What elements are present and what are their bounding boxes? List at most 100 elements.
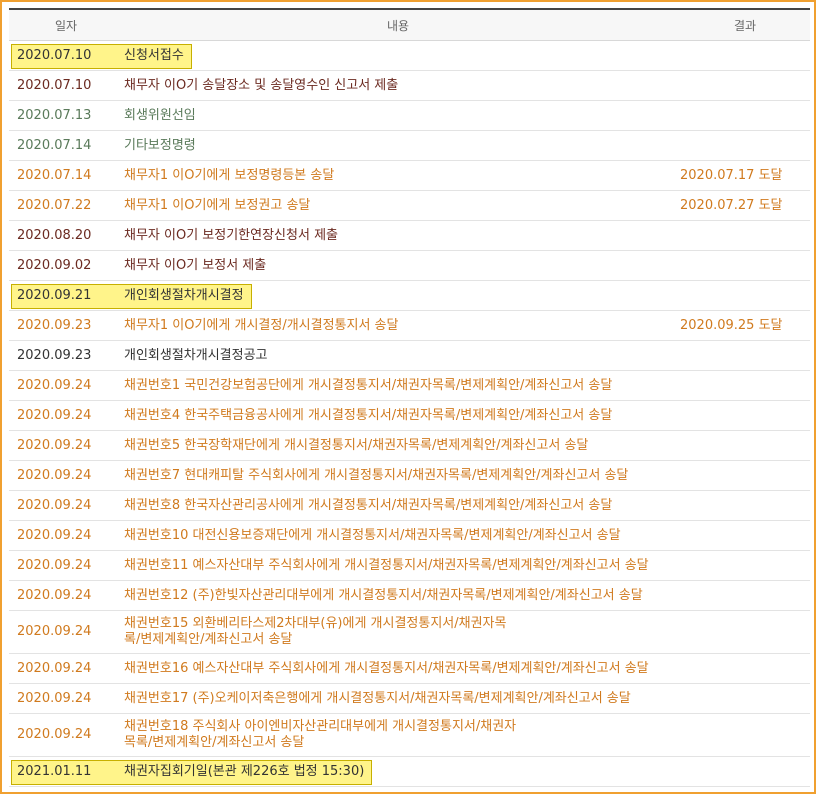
row-content: 신청서접수 [116,40,680,71]
row-result [680,713,810,757]
row-result [680,550,810,581]
row-content-text: 개인회생절차개시결정공고 [124,347,268,363]
row-content-text: 개인회생절차개시결정 [124,287,244,303]
header-content: 내용 [116,8,680,41]
row-content-text: 채권번호17 (주)오케이저축은행에게 개시결정통지서/채권자목록/변제계획안/… [124,690,631,706]
table-row: 2020.09.23 채무자1 이O기에게 개시결정/개시결정통지서 송달 2020… [9,310,810,341]
row-content: 회생위원선임 [116,100,680,131]
row-content-text: 채권번호10 대전신용보증재단에게 개시결정통지서/채권자목록/변제계획안/계좌… [124,527,621,543]
row-date-text: 2020.07.10 [17,47,92,63]
row-content-text: 채무자1 이O기에게 보정명령등본 송달 [124,167,335,183]
row-content: 채권번호17 (주)오케이저축은행에게 개시결정통지서/채권자목록/변제계획안/… [116,683,680,714]
row-content-text: 채무자 이O기 보정서 제출 [124,257,267,273]
row-content: 채권번호10 대전신용보증재단에게 개시결정통지서/채권자목록/변제계획안/계좌… [116,520,680,551]
table-row: 2020.09.24 채권번호16 예스자산대부 주식회사에게 개시결정통지서/채… [9,653,810,684]
row-date-text: 2020.07.10 [17,77,92,93]
row-date-text: 2020.09.24 [17,437,92,453]
row-result: 2020.09.25 도달 [680,310,810,341]
row-content: 기타보정명령 [116,130,680,161]
row-content: 채무자 이O기 보정기한연장신청서 제출 [116,220,680,251]
row-result [680,756,810,787]
row-date: 2020.09.21 [9,280,116,311]
row-content-text: 채권번호15 외환베리타스제2차대부(유)에게 개시결정통지서/채권자목록/변제… [124,616,507,647]
row-result [680,40,810,71]
row-date: 2020.07.14 [9,160,116,191]
table-body: 2020.07.10 신청서접수 2020.07.10 채무자 이O기 송달장소 및 … [9,40,810,787]
row-content-text: 채권번호7 현대캐피탈 주식회사에게 개시결정통지서/채권자목록/변제계획안/계… [124,467,629,483]
row-content-text: 채무자 이O기 보정기한연장신청서 제출 [124,227,338,243]
table-row: 2021.01.11 채권자집회기일(본관 제226호 법정 15:30) [9,756,810,787]
row-date: 2020.07.22 [9,190,116,221]
row-date: 2020.07.13 [9,100,116,131]
table-header-row: 일자 내용 결과 [9,8,810,41]
row-content: 채권번호4 한국주택금융공사에게 개시결정통지서/채권자목록/변제계획안/계좌신… [116,400,680,431]
row-content-text: 채무자 이O기 송달장소 및 송달영수인 신고서 제출 [124,77,399,93]
row-date-text: 2021.01.11 [17,763,92,779]
row-date-text: 2020.09.21 [17,287,92,303]
row-result [680,70,810,101]
row-result [680,220,810,251]
table-row: 2020.09.24 채권번호15 외환베리타스제2차대부(유)에게 개시결정통지… [9,610,810,654]
row-content: 채권번호1 국민건강보험공단에게 개시결정통지서/채권자목록/변제계획안/계좌신… [116,370,680,401]
row-content: 채권번호8 한국자산관리공사에게 개시결정통지서/채권자목록/변제계획안/계좌신… [116,490,680,521]
row-date-text: 2020.07.13 [17,107,92,123]
row-date-text: 2020.09.24 [17,527,92,543]
row-content: 개인회생절차개시결정공고 [116,340,680,371]
row-content: 채권번호16 예스자산대부 주식회사에게 개시결정통지서/채권자목록/변제계획안… [116,653,680,684]
table-row: 2020.09.24 채권번호12 (주)한빛자산관리대부에게 개시결정통지서/채… [9,580,810,611]
row-date-text: 2020.09.24 [17,727,92,742]
row-content-text: 신청서접수 [124,47,184,63]
row-content: 채무자1 이O기에게 보정명령등본 송달 [116,160,680,191]
row-date: 2020.09.24 [9,490,116,521]
row-content-text: 채무자1 이O기에게 보정권고 송달 [124,197,311,213]
table-row: 2020.09.24 채권번호4 한국주택금융공사에게 개시결정통지서/채권자목록… [9,400,810,431]
table-row: 2020.07.22 채무자1 이O기에게 보정권고 송달 2020.07.27 도… [9,190,810,221]
row-content: 채권번호18 주식회사 아이엔비자산관리대부에게 개시결정통지서/채권자목록/변… [116,713,680,757]
row-content-text: 기타보정명령 [124,137,196,153]
table-row: 2020.09.24 채권번호5 한국장학재단에게 개시결정통지서/채권자목록/변… [9,430,810,461]
row-date: 2020.09.24 [9,370,116,401]
table-row: 2020.09.21 개인회생절차개시결정 [9,280,810,311]
row-content-text: 채권번호12 (주)한빛자산관리대부에게 개시결정통지서/채권자목록/변제계획안… [124,587,643,603]
row-date-text: 2020.09.02 [17,257,92,273]
row-date: 2020.09.24 [9,520,116,551]
row-result [680,130,810,161]
row-date: 2020.09.24 [9,653,116,684]
row-content: 채권번호5 한국장학재단에게 개시결정통지서/채권자목록/변제계획안/계좌신고서… [116,430,680,461]
row-content: 채무자 이O기 송달장소 및 송달영수인 신고서 제출 [116,70,680,101]
row-result [680,250,810,281]
row-result [680,340,810,371]
table-row: 2020.09.23 개인회생절차개시결정공고 [9,340,810,371]
table-row: 2020.07.14 채무자1 이O기에게 보정명령등본 송달 2020.07.17… [9,160,810,191]
row-content-text: 채무자1 이O기에게 개시결정/개시결정통지서 송달 [124,317,399,333]
row-content-text: 채권자집회기일(본관 제226호 법정 15:30) [124,763,365,779]
row-date-text: 2020.07.14 [17,167,92,183]
row-date-text: 2020.09.24 [17,407,92,423]
row-date-text: 2020.09.24 [17,587,92,603]
table-row: 2020.08.20 채무자 이O기 보정기한연장신청서 제출 [9,220,810,251]
row-date-text: 2020.08.20 [17,227,92,243]
row-content: 채권번호15 외환베리타스제2차대부(유)에게 개시결정통지서/채권자목록/변제… [116,610,680,654]
row-date: 2020.07.10 [9,70,116,101]
row-content-text: 채권번호11 예스자산대부 주식회사에게 개시결정통지서/채권자목록/변제계획안… [124,557,649,573]
table-row: 2020.09.24 채권번호18 주식회사 아이엔비자산관리대부에게 개시결정통… [9,713,810,757]
row-content: 채무자1 이O기에게 보정권고 송달 [116,190,680,221]
case-progress-table: 일자 내용 결과 2020.07.10 신청서접수 2020.07.10 채무자 이O… [9,8,810,787]
table-row: 2020.09.24 채권번호10 대전신용보증재단에게 개시결정통지서/채권자목… [9,520,810,551]
header-date: 일자 [9,8,116,41]
row-result [680,280,810,311]
row-date-text: 2020.09.24 [17,377,92,393]
table-row: 2020.09.24 채권번호1 국민건강보험공단에게 개시결정통지서/채권자목록… [9,370,810,401]
row-result [680,580,810,611]
row-content: 채권번호12 (주)한빛자산관리대부에게 개시결정통지서/채권자목록/변제계획안… [116,580,680,611]
row-date: 2020.09.24 [9,430,116,461]
row-date: 2020.09.24 [9,683,116,714]
header-result: 결과 [680,8,810,41]
row-content: 채권번호7 현대캐피탈 주식회사에게 개시결정통지서/채권자목록/변제계획안/계… [116,460,680,491]
row-date-text: 2020.09.23 [17,347,92,363]
row-date: 2021.01.11 [9,756,116,787]
table-row: 2020.09.24 채권번호8 한국자산관리공사에게 개시결정통지서/채권자목록… [9,490,810,521]
row-content-text: 회생위원선임 [124,107,196,123]
row-date: 2020.09.24 [9,610,116,654]
row-content: 채권자집회기일(본관 제226호 법정 15:30) [116,756,680,787]
